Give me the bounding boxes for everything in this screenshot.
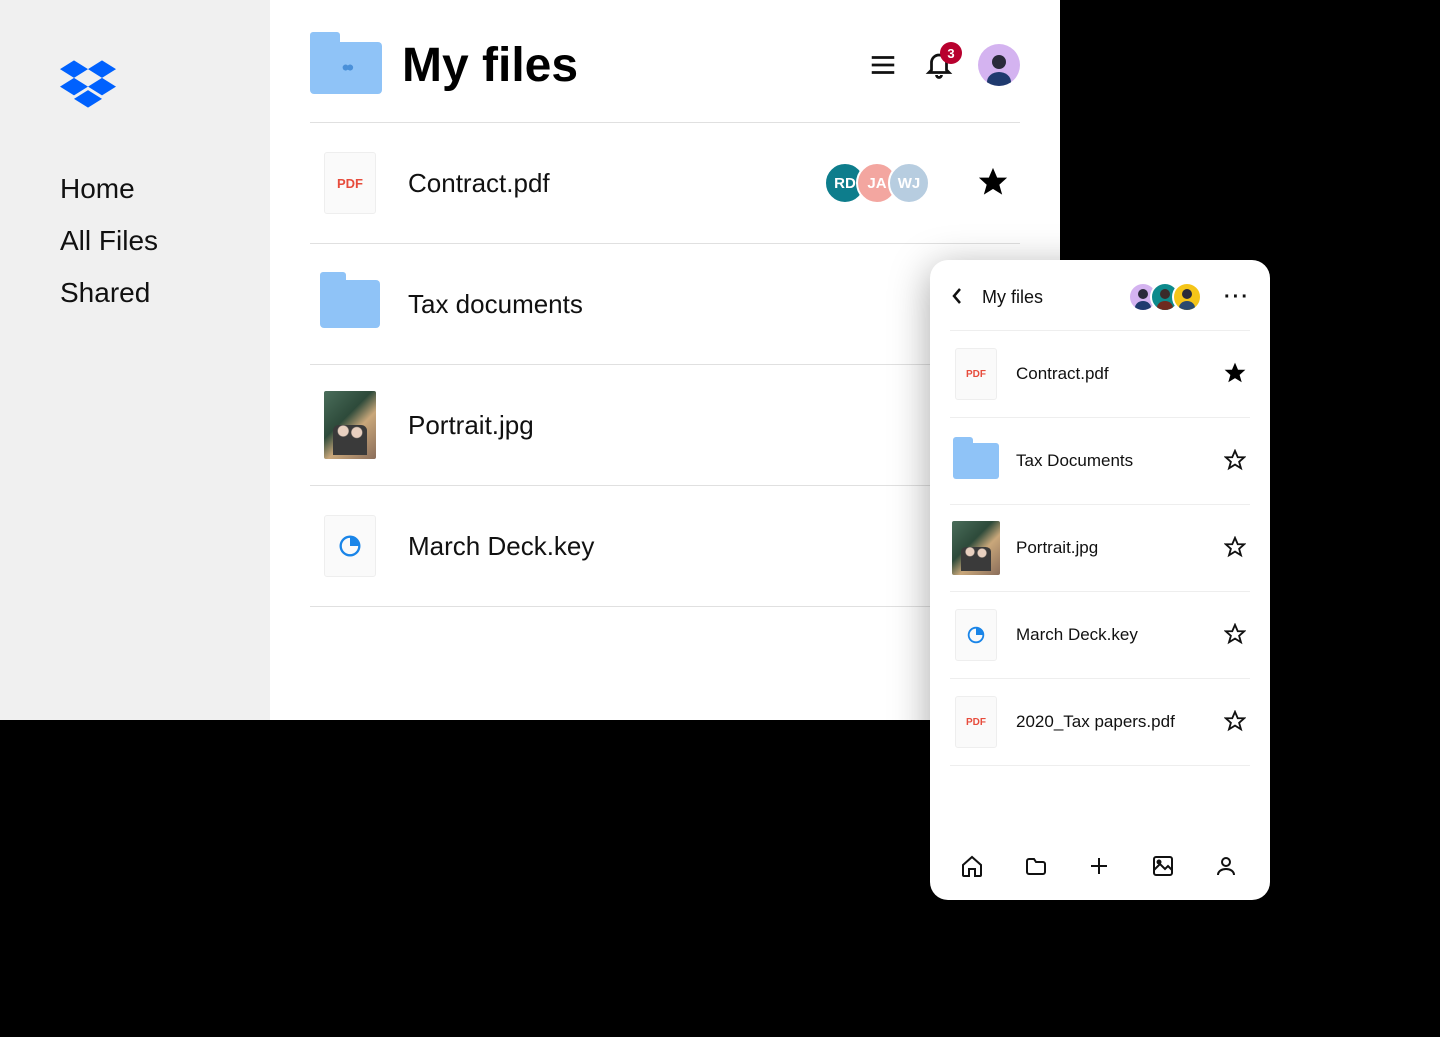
mobile-collaborator-avatars[interactable] — [1128, 282, 1202, 312]
mobile-title: My files — [982, 287, 1116, 308]
collaborator-avatars[interactable]: RD JA WJ — [824, 162, 930, 204]
mobile-tab-bar — [950, 836, 1250, 886]
file-list: PDF Contract.pdf RD JA WJ Tax documents … — [310, 122, 1020, 607]
file-row-march-deck[interactable]: March Deck.key — [310, 486, 1020, 607]
folder-icon — [320, 280, 380, 328]
pdf-icon: PDF — [955, 348, 997, 400]
desktop-app-window: Home All Files Shared ●● My files — [0, 0, 1060, 720]
file-row-tax-documents[interactable]: Tax documents — [310, 244, 1020, 365]
notifications-icon[interactable]: 3 — [922, 48, 956, 82]
pdf-icon: PDF — [955, 696, 997, 748]
tab-add-icon[interactable] — [1087, 854, 1113, 880]
sidebar-item-home[interactable]: Home — [60, 173, 270, 205]
collaborator-avatar[interactable]: WJ — [888, 162, 930, 204]
sidebar: Home All Files Shared — [0, 0, 270, 720]
keynote-icon — [955, 609, 997, 661]
back-icon[interactable] — [950, 287, 970, 307]
mobile-app-panel: My files ··· PDF Contract.pdf Tax Docume… — [930, 260, 1270, 900]
file-name: March Deck.key — [408, 531, 1010, 562]
file-name: Tax documents — [408, 289, 1010, 320]
more-icon[interactable]: ··· — [1224, 286, 1250, 309]
file-name: Tax Documents — [1016, 451, 1208, 471]
file-name: Contract.pdf — [1016, 364, 1208, 384]
file-name: Portrait.jpg — [1016, 538, 1208, 558]
file-name: 2020_Tax papers.pdf — [1016, 712, 1208, 732]
star-icon[interactable] — [1224, 362, 1248, 386]
star-icon[interactable] — [1224, 623, 1248, 647]
star-icon[interactable] — [1224, 710, 1248, 734]
mobile-file-row[interactable]: March Deck.key — [950, 592, 1250, 679]
tab-account-icon[interactable] — [1214, 854, 1240, 880]
tab-photos-icon[interactable] — [1151, 854, 1177, 880]
image-thumbnail — [952, 521, 1000, 575]
star-icon[interactable] — [1224, 536, 1248, 560]
mobile-header: My files ··· — [950, 282, 1250, 312]
page-title: My files — [402, 38, 578, 93]
menu-icon[interactable] — [866, 48, 900, 82]
star-icon[interactable] — [978, 167, 1010, 199]
file-name: March Deck.key — [1016, 625, 1208, 645]
mobile-file-list: PDF Contract.pdf Tax Documents Portrait.… — [950, 330, 1250, 836]
sidebar-item-shared[interactable]: Shared — [60, 277, 270, 309]
star-icon[interactable] — [1224, 449, 1248, 473]
user-avatar[interactable] — [978, 44, 1020, 86]
folder-icon — [953, 443, 999, 479]
mobile-file-row[interactable]: PDF Contract.pdf — [950, 331, 1250, 418]
tab-files-icon[interactable] — [1024, 854, 1050, 880]
page-header: ●● My files 3 — [310, 36, 1020, 94]
file-row-portrait[interactable]: Portrait.jpg — [310, 365, 1020, 486]
tab-home-icon[interactable] — [960, 854, 986, 880]
shared-folder-icon: ●● — [310, 36, 382, 94]
file-name: Portrait.jpg — [408, 410, 1010, 441]
sidebar-item-all-files[interactable]: All Files — [60, 225, 270, 257]
pdf-icon: PDF — [324, 152, 376, 214]
image-thumbnail — [324, 391, 376, 459]
mobile-file-row[interactable]: PDF 2020_Tax papers.pdf — [950, 679, 1250, 766]
dropbox-logo-icon[interactable] — [60, 60, 270, 113]
mobile-file-row[interactable]: Tax Documents — [950, 418, 1250, 505]
file-name: Contract.pdf — [408, 168, 796, 199]
sidebar-nav: Home All Files Shared — [0, 173, 270, 309]
mobile-file-row[interactable]: Portrait.jpg — [950, 505, 1250, 592]
file-row-contract[interactable]: PDF Contract.pdf RD JA WJ — [310, 123, 1020, 244]
notification-badge: 3 — [940, 42, 962, 64]
collaborator-avatar[interactable] — [1172, 282, 1202, 312]
keynote-icon — [324, 515, 376, 577]
